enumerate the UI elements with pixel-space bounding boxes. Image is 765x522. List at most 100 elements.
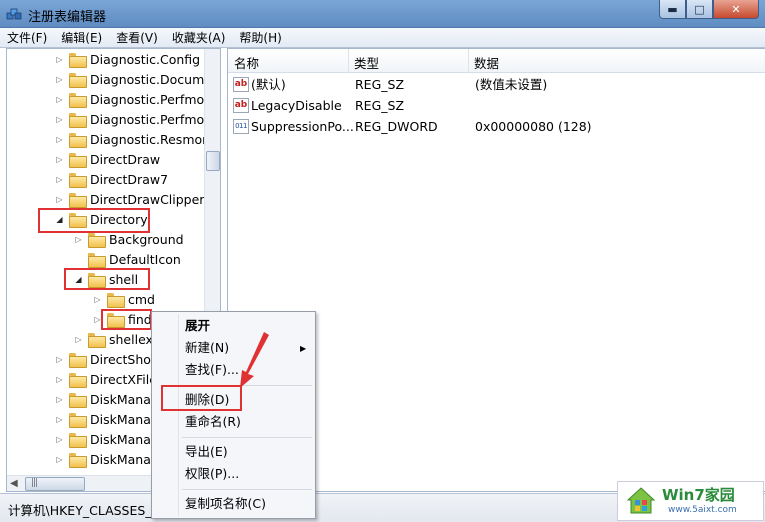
folder-icon [69,433,87,448]
window-title: 注册表编辑器 [28,10,107,25]
folder-icon [69,353,87,368]
scroll-left-arrow-icon[interactable]: ◀ [10,478,18,489]
value-row[interactable]: ab LegacyDisable REG_SZ [228,95,765,116]
column-header-data[interactable]: 数据 [474,53,499,72]
context-menu-gutter [178,314,179,516]
title-bar: 注册表编辑器 ▬ □ ✕ [0,0,765,28]
menu-view[interactable]: 查看(V) [109,28,165,47]
folder-icon [88,233,106,248]
tree-item[interactable]: ▷ cmd [7,290,204,310]
tree-vertical-scroll-thumb[interactable] [206,151,220,171]
tree-item-label: Diagnostic.Perfmon [90,112,213,127]
tree-item-label: DirectXFile [90,372,157,387]
folder-icon [88,333,106,348]
expand-arrow-icon[interactable]: ▷ [55,135,64,144]
status-path: 计算机\HKEY_CLASSES_RO [8,503,171,518]
folder-icon [69,173,87,188]
value-row[interactable]: ab (默认) REG_SZ (数值未设置) [228,74,765,95]
watermark-logo: Win7家园 www.5aixt.com [617,481,764,521]
folder-icon [69,153,87,168]
expand-arrow-icon[interactable]: ▷ [55,155,64,164]
expand-arrow-icon[interactable]: ▷ [55,375,64,384]
ctx-copy-key-name[interactable]: 复制项名称(C) [185,494,266,514]
highlight-shell [64,268,150,290]
minimize-button[interactable]: ▬ [659,0,686,19]
column-divider[interactable] [468,49,469,73]
tree-item-label: Diagnostic.Config [90,52,201,67]
tree-item[interactable]: ▷ Diagnostic.Perfmon [7,110,212,130]
folder-icon [107,293,125,308]
highlight-directory [38,208,150,233]
tree-item-label: Diagnostic.Documer [90,72,218,87]
menu-file[interactable]: 文件(F) [0,28,54,47]
tree-item-label: cmd [128,292,155,307]
close-button[interactable]: ✕ [713,0,759,19]
tree-item-label: DiskManag [90,392,159,407]
menu-edit[interactable]: 编辑(E) [54,28,109,47]
folder-icon [69,453,87,468]
tree-item[interactable]: ▷ Diagnostic.Config [7,50,204,70]
scroll-grip-icon: ||| [31,478,38,488]
folder-icon [69,413,87,428]
ctx-rename[interactable]: 重命名(R) [185,412,241,432]
tree-item[interactable]: ▷ Diagnostic.Documer [7,70,217,90]
expand-arrow-icon[interactable]: ▷ [55,195,64,204]
context-menu-separator [182,437,312,438]
submenu-arrow-icon: ▶ [300,344,307,353]
expand-arrow-icon[interactable]: ▷ [55,355,64,364]
expand-arrow-icon[interactable]: ▷ [55,95,64,104]
expand-arrow-icon[interactable]: ▷ [55,175,64,184]
expand-arrow-icon[interactable]: ▷ [93,295,102,304]
red-arrow-icon [240,332,269,388]
expand-arrow-icon[interactable]: ▷ [55,455,64,464]
column-header-type[interactable]: 类型 [354,53,379,72]
tree-item[interactable]: ▷ Diagnostic.Resmon. [7,130,214,150]
value-row[interactable]: 011 SuppressionPo... REG_DWORD 0x00000080 (… [228,116,765,137]
value-name: SuppressionPo... [251,119,354,134]
tree-item[interactable]: ▷ Diagnostic.Perfmon [7,90,212,110]
ctx-find[interactable]: 查找(F)... [185,360,239,380]
folder-icon [69,53,87,68]
string-value-icon: ab [233,98,249,113]
ctx-new[interactable]: 新建(N) [185,338,229,358]
expand-arrow-icon[interactable]: ▷ [55,435,64,444]
expand-arrow-icon[interactable]: ▷ [55,115,64,124]
ctx-export[interactable]: 导出(E) [185,442,228,462]
expand-arrow-icon[interactable]: ▷ [55,55,64,64]
menu-favorites[interactable]: 收藏夹(A) [165,28,233,47]
dword-value-icon: 011 [233,119,249,134]
expand-arrow-icon[interactable]: ▷ [55,75,64,84]
maximize-button[interactable]: □ [686,0,713,19]
value-name: (默认) [251,77,286,92]
column-divider[interactable] [348,49,349,73]
expand-arrow-icon[interactable]: ▷ [74,235,83,244]
ctx-expand[interactable]: 展开 [185,316,210,336]
tree-item-label: DirectDrawClipper [90,192,205,207]
tree-item-label: DiskManag [90,432,159,447]
tree-item[interactable]: ▷ Background [7,230,204,250]
tree-item-label: Diagnostic.Resmon. [90,132,215,147]
folder-icon [69,113,87,128]
expand-arrow-icon[interactable]: ▷ [55,415,64,424]
folder-icon [69,373,87,388]
tree-item[interactable]: ▷ DirectDraw7 [7,170,204,190]
menu-help[interactable]: 帮助(H) [232,28,288,47]
folder-icon [69,193,87,208]
folder-icon [88,253,106,268]
column-header-name[interactable]: 名称 [234,53,259,72]
value-type: REG_DWORD [355,119,438,134]
tree-item-label: DirectDraw7 [90,172,169,187]
expand-arrow-icon[interactable]: ▷ [74,335,83,344]
tree-item-label: DiskManag [90,452,159,467]
tree-item[interactable]: ▷ DirectDrawClipper [7,190,204,210]
tree-item[interactable]: DefaultIcon [7,250,204,270]
watermark-brand: Win7家园 [662,486,735,504]
folder-icon [69,93,87,108]
value-type: REG_SZ [355,77,405,92]
expand-arrow-icon[interactable]: ▷ [55,395,64,404]
tree-item[interactable]: ▷ DirectDraw [7,150,204,170]
regedit-app-icon [6,8,22,20]
ctx-permissions[interactable]: 权限(P)... [185,464,239,484]
watermark-url: www.5aixt.com [668,505,737,515]
folder-icon [69,393,87,408]
